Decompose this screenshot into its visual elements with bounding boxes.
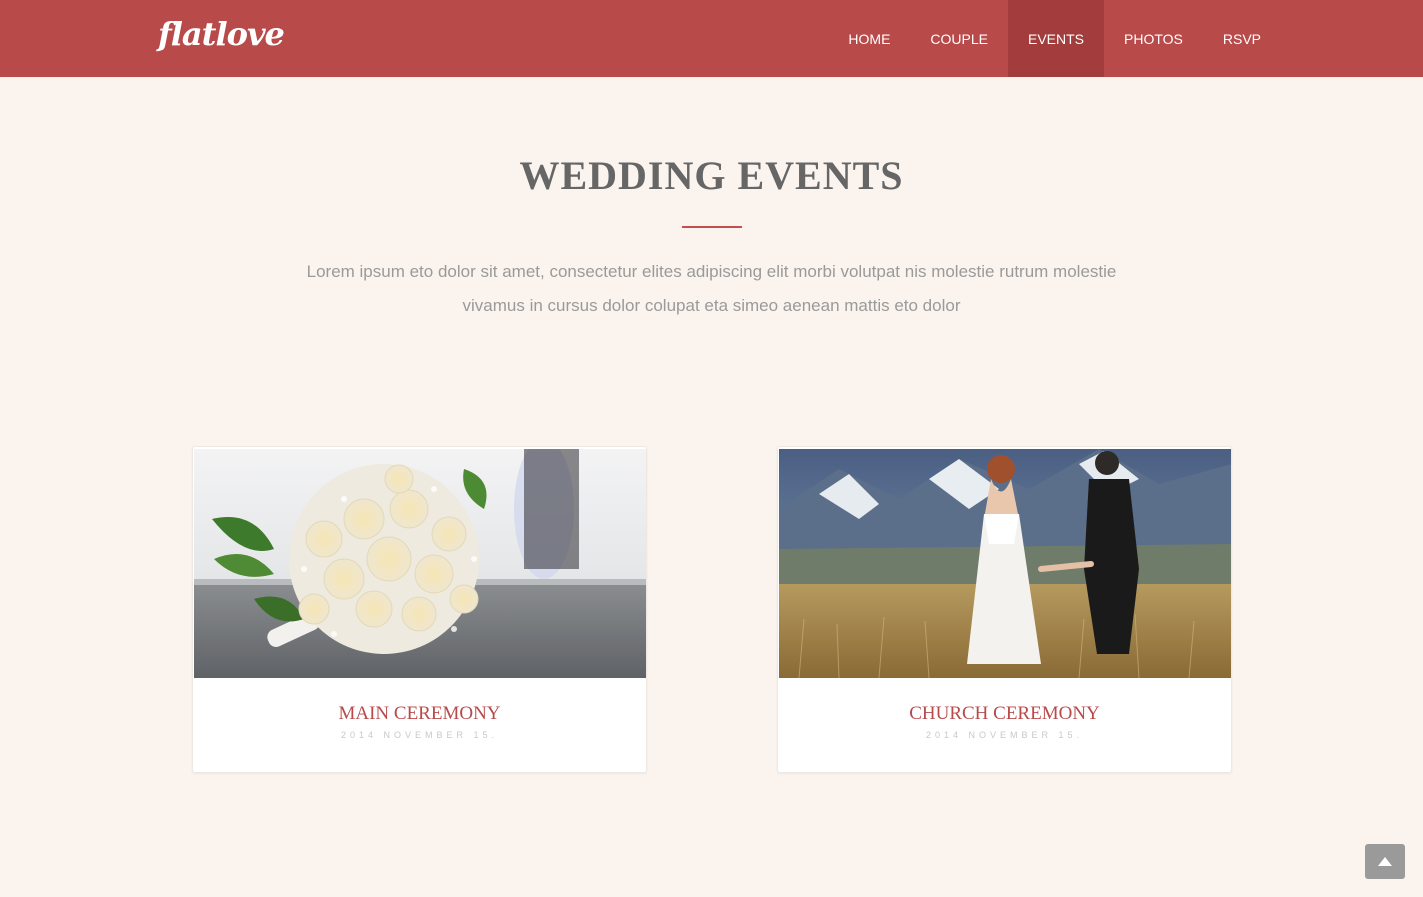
event-card-main-ceremony[interactable]: MAIN CEREMONY 2014 NOVEMBER 15. — [192, 446, 647, 773]
nav-item-rsvp[interactable]: RSVP — [1203, 0, 1281, 77]
intro-line-1: Lorem ipsum eto dolor sit amet, consecte… — [306, 262, 1117, 281]
nav-item-home[interactable]: HOME — [828, 0, 910, 77]
event-card-date: 2014 NOVEMBER 15. — [340, 730, 499, 740]
chevron-up-icon — [1378, 856, 1392, 866]
back-to-top-button[interactable] — [1365, 844, 1405, 879]
nav-item-events[interactable]: EVENTS — [1007, 0, 1104, 77]
main-nav: HOME COUPLE EVENTS PHOTOS RSVP — [828, 0, 1281, 77]
nav-item-couple[interactable]: COUPLE — [910, 0, 1008, 77]
event-card-date: 2014 NOVEMBER 15. — [925, 730, 1084, 740]
intro-line-2: vivamus in cursus dolor colupat eta sime… — [462, 296, 961, 315]
nav-item-photos[interactable]: PHOTOS — [1104, 0, 1203, 77]
section-intro: Lorem ipsum eto dolor sit amet, consecte… — [260, 255, 1163, 323]
flatlove-logo[interactable]: flatlove — [158, 10, 285, 58]
event-card-church-ceremony[interactable]: CHURCH CEREMONY 2014 NOVEMBER 15. — [777, 446, 1232, 773]
event-card-title: MAIN CEREMONY — [338, 703, 501, 724]
bridal-bouquet-photo — [194, 449, 646, 678]
couple-in-field-photo — [779, 449, 1231, 678]
section-title: WEDDING EVENTS — [519, 153, 904, 198]
title-divider — [682, 226, 742, 228]
event-card-title: CHURCH CEREMONY — [909, 703, 1100, 724]
top-navbar: flatlove HOME COUPLE EVENTS PHOTOS RSVP — [0, 0, 1423, 77]
